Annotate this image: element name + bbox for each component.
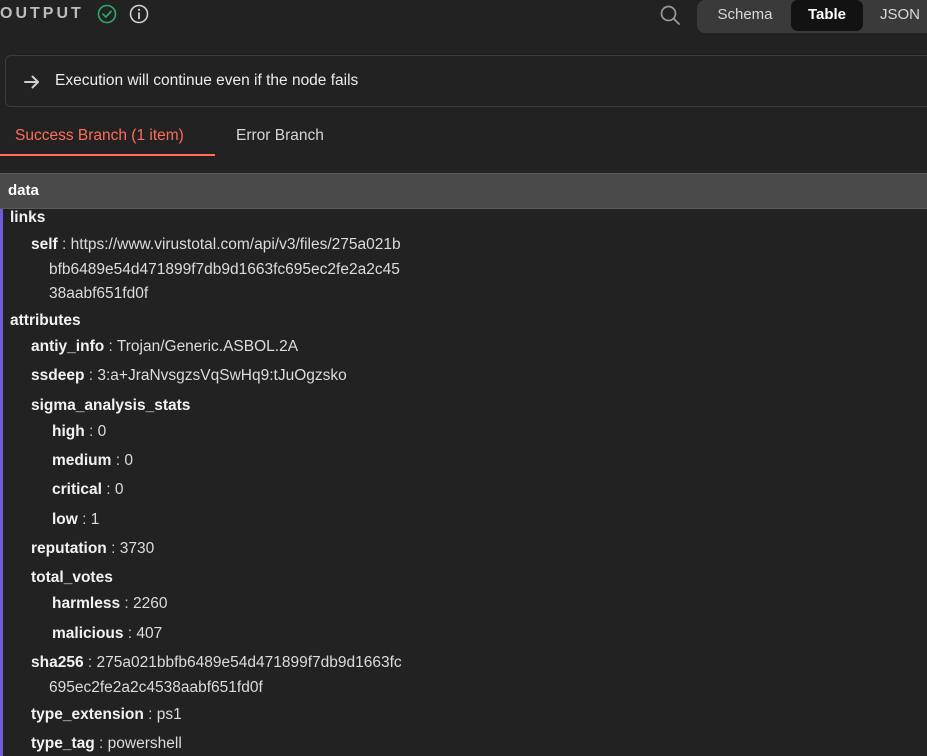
arrow-right-icon	[24, 75, 39, 89]
tree-node-harmless: harmless : 2260	[52, 595, 168, 612]
search-icon[interactable]	[659, 4, 681, 26]
tree-node-high: high : 0	[52, 423, 107, 440]
tree-node-type-tag: type_tag : powershell	[31, 735, 182, 752]
tab-error-branch[interactable]: Error Branch	[236, 127, 324, 145]
tree-node-attributes: attributes	[10, 312, 81, 329]
view-mode-toggle: Schema Table JSON	[697, 0, 927, 33]
tree-node-links: links	[10, 209, 46, 226]
self-value-line-3: 38aabf651fd0f	[49, 285, 149, 302]
panel-title: OUTPUT	[0, 5, 84, 22]
tree-node-sha256: sha256 : 275a021bbfb6489e54d471899f7db9d…	[31, 654, 402, 671]
tree-node-sigma-analysis-stats: sigma_analysis_stats	[31, 397, 191, 414]
tree-node-type-extension: type_extension : ps1	[31, 706, 182, 723]
table-view-button[interactable]: Table	[791, 0, 863, 31]
column-header-data: data	[8, 182, 39, 199]
table-header: data	[0, 173, 927, 209]
continue-on-fail-notice: Execution will continue even if the node…	[5, 55, 927, 107]
sha256-value-line-2: 695ec2fe2a2c4538aabf651fd0f	[49, 679, 263, 696]
tree-node-ssdeep: ssdeep : 3:a+JraNvsgzsVqSwHq9:tJuOgzsko	[31, 367, 347, 384]
tree-node-malicious: malicious : 407	[52, 625, 163, 642]
tree-node-antiy-info: antiy_info : Trojan/Generic.ASBOL.2A	[31, 338, 299, 355]
branch-tabs: Success Branch (1 item) Error Branch	[0, 118, 927, 158]
success-check-icon	[97, 4, 117, 24]
tree-node-low: low : 1	[52, 511, 100, 528]
tree-node-total-votes: total_votes	[31, 569, 113, 586]
tree-node-critical: critical : 0	[52, 481, 124, 498]
tab-success-branch[interactable]: Success Branch (1 item)	[15, 127, 184, 145]
notice-text: Execution will continue even if the node…	[55, 72, 359, 89]
self-value-line-2: bfb6489e54d471899f7db9d1663fc695ec2fe2a2…	[49, 261, 400, 278]
schema-view-button[interactable]: Schema	[703, 0, 787, 31]
tree-indent-bar	[0, 209, 3, 756]
json-view-button[interactable]: JSON	[869, 0, 927, 31]
info-icon[interactable]	[129, 4, 149, 24]
tree-node-self: self : https://www.virustotal.com/api/v3…	[31, 236, 401, 253]
self-value: https://www.virustotal.com/api/v3/files/…	[70, 236, 401, 253]
output-header: OUTPUT Schema Table JSON	[0, 0, 927, 34]
tree-node-medium: medium : 0	[52, 452, 133, 469]
tree-node-reputation: reputation : 3730	[31, 540, 155, 557]
active-tab-indicator	[0, 154, 215, 156]
